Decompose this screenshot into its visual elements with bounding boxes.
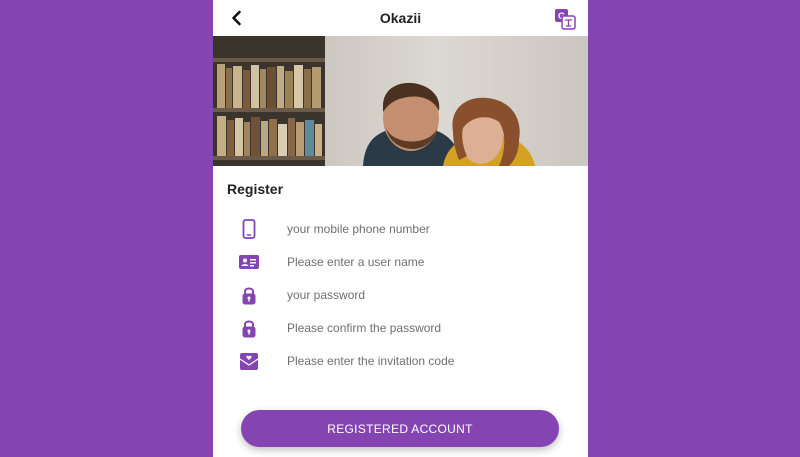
password-field-row[interactable] — [213, 281, 588, 309]
username-field-row[interactable] — [213, 248, 588, 276]
top-bar: Okazii G — [213, 0, 588, 37]
lock-icon — [238, 284, 260, 306]
confirm-password-field-row[interactable] — [213, 314, 588, 342]
password-input[interactable] — [287, 283, 557, 307]
phone-input[interactable] — [287, 217, 557, 241]
banner-image — [213, 36, 588, 166]
username-input[interactable] — [287, 250, 557, 274]
register-heading: Register — [227, 181, 284, 197]
id-card-icon — [238, 251, 260, 273]
lock-icon — [238, 317, 260, 339]
translate-button[interactable]: G — [554, 8, 576, 30]
register-account-button[interactable]: REGISTERED ACCOUNT — [241, 410, 559, 447]
couple-photo — [213, 36, 588, 166]
page-title: Okazii — [379, 10, 422, 26]
confirm-password-input[interactable] — [287, 316, 557, 340]
invitation-envelope-icon — [238, 350, 260, 372]
phone-field-row[interactable] — [213, 215, 588, 243]
phone-icon — [238, 218, 260, 240]
invitation-code-field-row[interactable] — [213, 347, 588, 375]
translate-icon: G — [555, 9, 576, 30]
invitation-code-input[interactable] — [287, 349, 557, 373]
app-screen: Okazii G Register your mobile phone numb… — [213, 0, 588, 457]
